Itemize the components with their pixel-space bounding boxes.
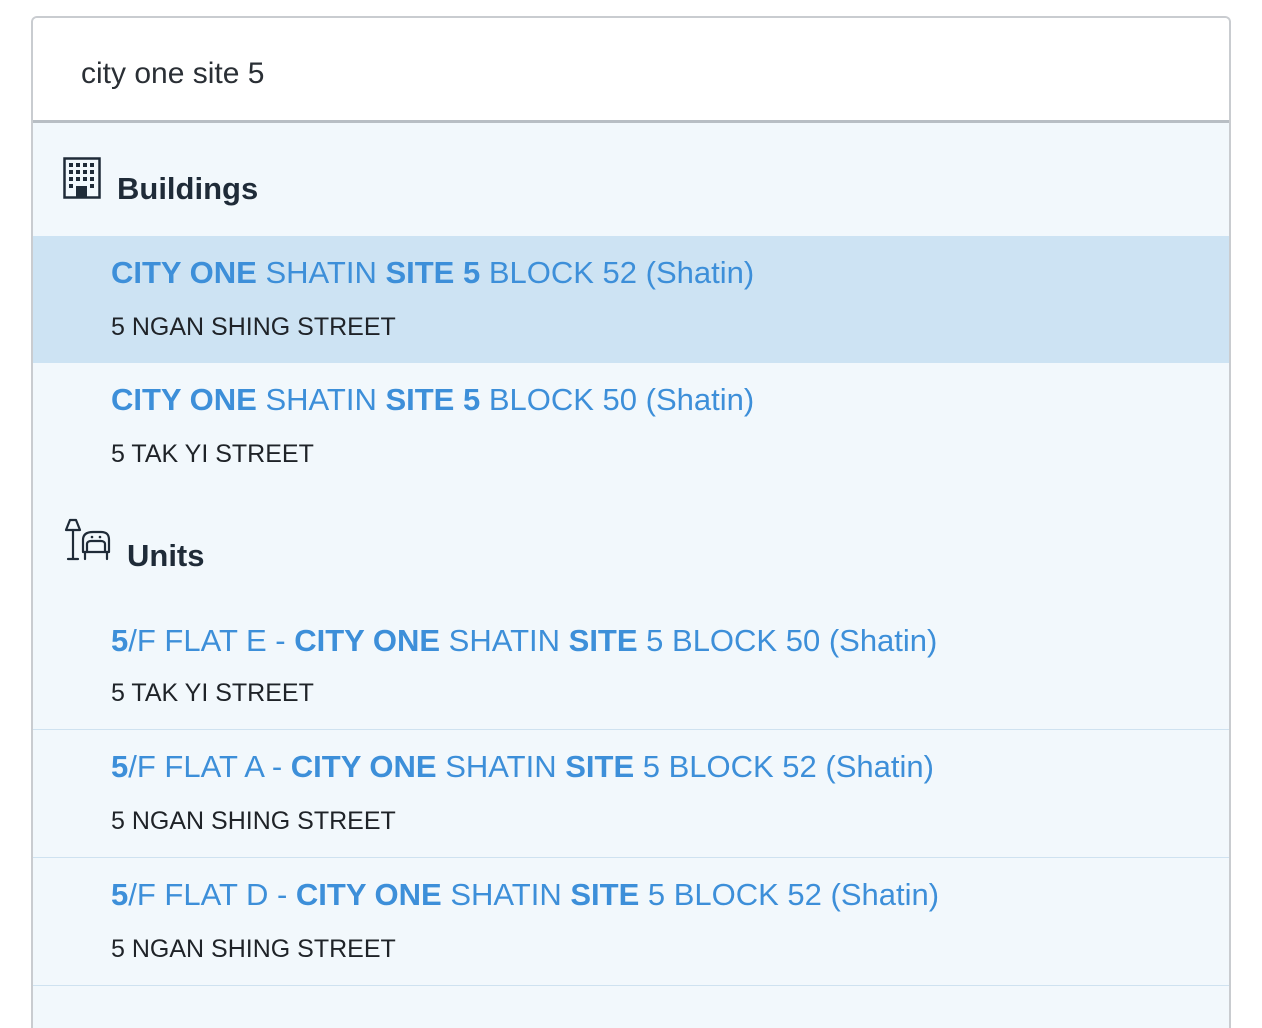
result-title: CITY ONE SHATIN SITE 5 BLOCK 52 (Shatin) <box>111 255 754 291</box>
result-title-segment: 5 BLOCK 52 (Shatin) <box>639 877 940 912</box>
unit-result-3[interactable]: 5/F FLAT D - CITY ONE SHATIN SITE 5 BLOC… <box>33 858 1229 986</box>
result-title-segment: CITY ONE <box>294 623 441 658</box>
result-title-segment: CITY ONE <box>111 255 257 290</box>
result-title-segment: SHATIN <box>440 623 569 658</box>
result-address: 5 NGAN SHING STREET <box>111 807 396 835</box>
result-title-segment: CITY ONE <box>111 382 257 417</box>
result-title-segment: 5 <box>111 623 129 658</box>
result-title-segment: 5 BLOCK 52 (Shatin) <box>634 749 934 784</box>
result-title-segment: /F FLAT E - <box>128 623 295 658</box>
result-title-segment: SHATIN <box>441 877 571 912</box>
result-title-segment: SITE <box>568 623 638 658</box>
result-title-segment: SITE <box>570 877 640 912</box>
building-result-2[interactable]: CITY ONE SHATIN SITE 5 BLOCK 50 (Shatin)… <box>33 363 1229 490</box>
buildings-list: CITY ONE SHATIN SITE 5 BLOCK 52 (Shatin)… <box>33 236 1229 490</box>
result-title-segment: CITY ONE <box>295 877 442 912</box>
result-title: 5/F FLAT D - CITY ONE SHATIN SITE 5 BLOC… <box>111 877 939 913</box>
result-title-segment: SITE 5 <box>385 382 481 417</box>
furniture-icon <box>63 518 111 567</box>
result-title: CITY ONE SHATIN SITE 5 BLOCK 50 (Shatin) <box>111 382 754 418</box>
result-title-segment: SHATIN <box>256 255 386 290</box>
result-title-segment: SHATIN <box>256 382 386 417</box>
units-section-header: Units <box>33 490 1229 602</box>
result-address: 5 NGAN SHING STREET <box>111 313 396 341</box>
result-title-segment: /F FLAT D - <box>128 877 296 912</box>
result-title-segment: 5 BLOCK 50 (Shatin) <box>637 623 938 658</box>
result-address: 5 TAK YI STREET <box>111 440 314 468</box>
building-result-1[interactable]: CITY ONE SHATIN SITE 5 BLOCK 52 (Shatin)… <box>33 236 1229 363</box>
result-title-segment: BLOCK 50 (Shatin) <box>480 382 755 417</box>
units-list: 5/F FLAT E - CITY ONE SHATIN SITE 5 BLOC… <box>33 602 1229 986</box>
building-icon <box>63 157 101 204</box>
units-section-title: Units <box>127 538 205 573</box>
result-title-segment: BLOCK 52 (Shatin) <box>480 255 755 290</box>
result-title-segment: 5 <box>111 749 129 784</box>
search-autocomplete: Buildings CITY ONE SHATIN SITE 5 BLOCK 5… <box>31 16 1231 1028</box>
result-address: 5 TAK YI STREET <box>111 679 314 707</box>
result-title-segment: SITE 5 <box>385 255 481 290</box>
result-title-segment: /F FLAT A - <box>128 749 291 784</box>
unit-result-2[interactable]: 5/F FLAT A - CITY ONE SHATIN SITE 5 BLOC… <box>33 730 1229 858</box>
result-title-segment: SITE <box>565 749 635 784</box>
result-title-segment: CITY ONE <box>290 749 437 784</box>
result-title: 5/F FLAT A - CITY ONE SHATIN SITE 5 BLOC… <box>111 749 934 785</box>
search-box <box>33 18 1229 123</box>
unit-result-1[interactable]: 5/F FLAT E - CITY ONE SHATIN SITE 5 BLOC… <box>33 602 1229 730</box>
result-title-segment: 5 <box>111 877 129 912</box>
result-title: 5/F FLAT E - CITY ONE SHATIN SITE 5 BLOC… <box>111 623 937 659</box>
buildings-section-title: Buildings <box>117 171 259 206</box>
result-address: 5 NGAN SHING STREET <box>111 935 396 963</box>
buildings-section-header: Buildings <box>33 123 1229 236</box>
search-input[interactable] <box>81 52 1181 96</box>
result-title-segment: SHATIN <box>436 749 566 784</box>
